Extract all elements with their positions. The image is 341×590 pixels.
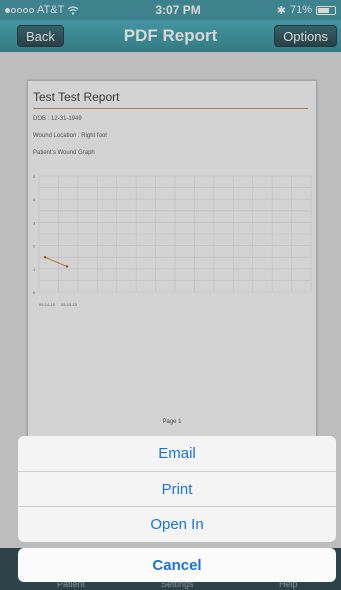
cancel-button[interactable]: Cancel (18, 548, 336, 582)
action-sheet: Email Print Open In (18, 436, 336, 542)
email-option[interactable]: Email (18, 436, 336, 471)
print-option[interactable]: Print (18, 472, 336, 507)
open-in-option[interactable]: Open In (18, 507, 336, 542)
